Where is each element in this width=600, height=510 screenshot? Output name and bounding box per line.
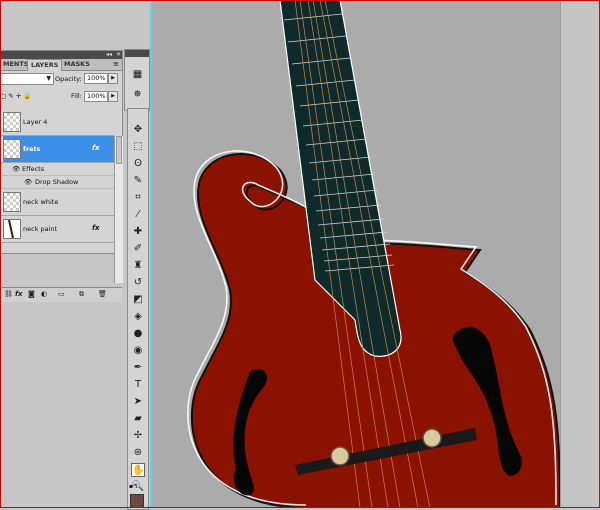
- fill-slider-arrow[interactable]: ▶: [108, 91, 118, 102]
- eyedropper-tool-icon[interactable]: ⁄: [131, 208, 145, 222]
- collapse-icon[interactable]: ◂◂: [106, 51, 112, 58]
- panel-tabs: MENTS LAYERS MASKS ≡: [0, 59, 122, 71]
- effects-label: Effects: [22, 165, 45, 173]
- pasteboard-right: [560, 0, 600, 508]
- layer-row-layer-4[interactable]: Layer 4: [0, 109, 114, 136]
- new-layer-icon[interactable]: ⧉: [79, 290, 84, 299]
- 3d-rotate-tool-icon[interactable]: ✢: [131, 429, 145, 443]
- layer-thumbnail: [3, 219, 21, 239]
- marquee-tool-icon[interactable]: ⬚: [131, 140, 145, 154]
- default-colors-icon[interactable]: ▪↰: [129, 483, 138, 490]
- close-icon[interactable]: ✕: [116, 51, 121, 58]
- add-style-icon[interactable]: fx: [15, 290, 23, 298]
- fx-icon[interactable]: fx: [92, 144, 100, 152]
- paint-bucket-tool-icon[interactable]: ◈: [131, 310, 145, 324]
- layer-thumbnail: [3, 112, 21, 132]
- mandolin-artwork: [187, 0, 560, 508]
- navigator-icon[interactable]: ✵: [131, 88, 144, 101]
- layer-thumbnail: [3, 139, 21, 159]
- fill-label: Fill:: [71, 92, 82, 100]
- opacity-slider-arrow[interactable]: ▶: [108, 73, 118, 84]
- layer-name: neck paint: [23, 225, 58, 233]
- layer-name: neck white: [23, 198, 59, 206]
- eye-icon[interactable]: 👁: [12, 165, 20, 173]
- layers-panel: ◂◂ ✕ MENTS LAYERS MASKS ≡ ▼ Opacity: 100…: [0, 50, 123, 302]
- tools-panel: ✥ ⬚ ʘ ✎ ⌗ ⁄ ✚ ✐ ♜ ↺ ◩ ◈ ● ◉ ✒ T ➤ ▰ ✢ ⊛ …: [127, 108, 149, 510]
- layer-row-neck-white[interactable]: neck white: [0, 189, 114, 216]
- new-group-icon[interactable]: ▭: [58, 290, 65, 298]
- move-tool-icon[interactable]: ✥: [131, 123, 145, 137]
- blur-tool-icon[interactable]: ●: [131, 327, 145, 341]
- effect-name: Drop Shadow: [35, 178, 79, 186]
- foreground-color-swatch[interactable]: [130, 494, 144, 508]
- adjustment-layer-icon[interactable]: ◐: [41, 290, 47, 298]
- tab-layers[interactable]: LAYERS: [27, 59, 63, 71]
- pen-tool-icon[interactable]: ✒: [131, 361, 145, 375]
- neck-paint-thumb-icon: [8, 219, 14, 239]
- healing-tool-icon[interactable]: ✚: [131, 225, 145, 239]
- effects-row[interactable]: 👁 Effects: [0, 163, 114, 176]
- blend-mode-select[interactable]: ▼: [0, 73, 54, 85]
- brush-tool-icon[interactable]: ✐: [131, 242, 145, 256]
- link-layers-icon[interactable]: ⛓: [4, 290, 13, 298]
- quick-select-tool-icon[interactable]: ✎: [131, 174, 145, 188]
- layer-row-neck-paint[interactable]: neck paint fx: [0, 216, 114, 243]
- history-brush-tool-icon[interactable]: ↺: [131, 276, 145, 290]
- type-tool-icon[interactable]: T: [131, 378, 145, 392]
- bridge-knob-right: [422, 428, 442, 448]
- path-select-tool-icon[interactable]: ➤: [131, 395, 145, 409]
- eye-icon[interactable]: 👁: [24, 178, 32, 186]
- lasso-tool-icon[interactable]: ʘ: [131, 157, 145, 171]
- histogram-icon[interactable]: ▦: [131, 68, 144, 81]
- dodge-tool-icon[interactable]: ◉: [131, 344, 145, 358]
- trash-icon[interactable]: 🗑: [98, 290, 107, 298]
- panel-menu-icon[interactable]: ≡: [113, 60, 119, 68]
- dock-titlebar[interactable]: [125, 50, 149, 57]
- opacity-field[interactable]: 100%: [84, 73, 108, 84]
- layer-name: frets: [23, 145, 41, 153]
- 3d-orbit-tool-icon[interactable]: ⊛: [131, 446, 145, 460]
- effect-drop-shadow-row[interactable]: 👁 Drop Shadow: [0, 176, 114, 189]
- layers-scrollbar[interactable]: [114, 136, 123, 283]
- panel-titlebar[interactable]: ◂◂ ✕: [0, 51, 122, 59]
- tab-masks[interactable]: MASKS: [61, 59, 93, 70]
- mini-dock: ▦ ✵: [124, 49, 150, 111]
- layer-row-frets[interactable]: frets fx: [0, 136, 114, 163]
- layers-bottom-bar: ⛓ fx ◙ ◐ ▭ ⧉ 🗑: [0, 287, 122, 302]
- document-canvas[interactable]: [150, 0, 560, 508]
- add-mask-icon[interactable]: ◙: [28, 290, 35, 298]
- opacity-label: Opacity:: [55, 75, 82, 83]
- shape-tool-icon[interactable]: ▰: [131, 412, 145, 426]
- fill-field[interactable]: 100%: [84, 91, 108, 102]
- layer-thumbnail: [3, 192, 21, 212]
- bridge-knob-left: [330, 446, 350, 466]
- crop-tool-icon[interactable]: ⌗: [131, 191, 145, 205]
- stamp-tool-icon[interactable]: ♜: [131, 259, 145, 273]
- scroll-thumb[interactable]: [116, 136, 122, 164]
- lock-icons[interactable]: ▢ ✎ ✛ 🔒: [0, 92, 31, 100]
- eraser-tool-icon[interactable]: ◩: [131, 293, 145, 307]
- fx-icon[interactable]: fx: [92, 224, 100, 232]
- chevron-down-icon: ▼: [46, 75, 51, 82]
- canvas-guide: [150, 0, 152, 508]
- layer-name: Layer 4: [23, 118, 48, 126]
- hand-tool-icon[interactable]: ✋: [131, 463, 145, 477]
